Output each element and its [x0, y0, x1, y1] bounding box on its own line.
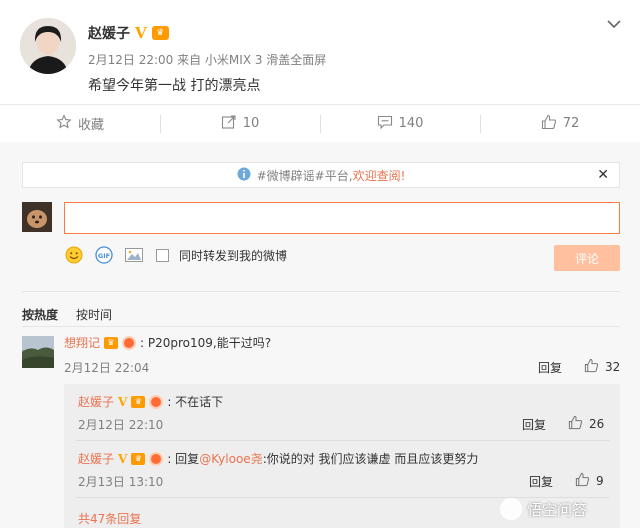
share-icon: [221, 114, 237, 134]
reply-line: 赵媛子 V ♛ : 不在话下: [78, 393, 223, 410]
reply-prefix: : 回复: [167, 452, 200, 466]
thumbs-up-icon: [568, 415, 583, 433]
verified-v-icon[interactable]: V: [135, 24, 147, 42]
tab-sort-hot[interactable]: 按热度: [22, 306, 58, 323]
thumbs-up-icon: [584, 358, 599, 376]
medal-icon[interactable]: [149, 394, 164, 409]
author-avatar[interactable]: [20, 18, 76, 74]
comment-button[interactable]: 140: [320, 105, 480, 142]
my-avatar[interactable]: [22, 202, 52, 232]
comment-time: 2月12日 22:04: [64, 361, 150, 375]
author-name[interactable]: 赵媛子: [88, 23, 130, 43]
post-text: 希望今年第一战 打的漂亮点: [88, 78, 261, 94]
reply-username[interactable]: 赵媛子: [78, 393, 114, 410]
vip-crown-icon[interactable]: ♛: [131, 452, 146, 465]
comment-line: 想翔记 ♛ : P20pro109,能干过吗?: [64, 334, 271, 351]
close-icon[interactable]: ✕: [597, 167, 609, 183]
verified-v-icon[interactable]: V: [118, 395, 127, 409]
reply-like-button[interactable]: 26: [568, 415, 604, 433]
image-icon[interactable]: [124, 245, 144, 265]
favorite-label: 收藏: [77, 118, 104, 133]
tab-sort-time[interactable]: 按时间: [76, 306, 112, 323]
divider: [76, 440, 610, 441]
favorite-button[interactable]: 收藏: [0, 105, 160, 142]
repost-button[interactable]: 10: [160, 105, 320, 142]
forward-label: 同时转发到我的微博: [179, 248, 288, 263]
more-replies-link[interactable]: 共47条回复: [78, 510, 141, 527]
svg-text:GIF: GIF: [98, 252, 110, 260]
reply-text: : 不在话下: [167, 395, 224, 409]
thumbs-up-icon: [575, 472, 590, 490]
vip-crown-icon[interactable]: ♛: [151, 26, 169, 40]
reply-button[interactable]: 回复: [538, 359, 562, 376]
like-button[interactable]: 72: [480, 105, 640, 142]
comment-like-button[interactable]: 32: [584, 358, 620, 376]
comment-text: : P20pro109,能干过吗?: [140, 336, 272, 350]
submit-comment-button[interactable]: 评论: [554, 245, 620, 271]
sort-tabs: 按热度 按时间: [22, 306, 112, 323]
vip-crown-icon[interactable]: ♛: [131, 395, 146, 408]
author-line: 赵媛子 V ♛: [88, 23, 169, 43]
watermark: 悟空问答: [500, 498, 587, 520]
divider: [22, 291, 620, 292]
wukong-logo-icon: [500, 498, 522, 520]
thumbs-up-icon: [541, 114, 557, 134]
weibo-post-card: 赵媛子 V ♛ 2月12日 22:00 来自 小米MIX 3 滑盖全面屏 希望今…: [0, 0, 640, 528]
like-count: 72: [562, 116, 580, 131]
comment-count: 140: [398, 116, 424, 131]
mention-link[interactable]: @Kylooe尧: [199, 450, 263, 467]
commenter-avatar[interactable]: [22, 336, 54, 368]
notice-link[interactable]: 欢迎查阅!: [353, 167, 406, 184]
comment-username[interactable]: 想翔记: [64, 334, 100, 351]
like-count: 32: [605, 360, 621, 374]
verified-v-icon[interactable]: V: [118, 452, 127, 466]
gif-icon[interactable]: GIF: [94, 245, 114, 265]
reply-button[interactable]: 回复: [522, 416, 546, 433]
reply-line: 赵媛子 V ♛ : 回复 @Kylooe尧:你说的对 我们应该谦虚 而且应该更努力: [78, 450, 478, 467]
reply-text: :你说的对 我们应该谦虚 而且应该更努力: [262, 452, 479, 466]
reply-username[interactable]: 赵媛子: [78, 450, 114, 467]
like-count: 9: [596, 474, 604, 488]
emoji-icon[interactable]: [64, 245, 84, 265]
post-action-bar: 收藏 10 140 72: [0, 104, 640, 142]
post-meta: 2月12日 22:00 来自 小米MIX 3 滑盖全面屏: [88, 53, 327, 67]
reply-time: 2月13日 13:10: [78, 475, 164, 489]
repost-count: 10: [242, 116, 260, 131]
composer-tools: GIF 同时转发到我的微博: [64, 244, 287, 266]
watermark-text: 悟空问答: [527, 500, 588, 519]
rumor-notice-banner: #微博辟谣#平台, 欢迎查阅! ✕: [22, 162, 620, 188]
forward-checkbox[interactable]: [156, 248, 169, 262]
comment-icon: [377, 114, 393, 134]
divider: [22, 326, 620, 327]
like-count: 26: [589, 417, 605, 431]
comment-input[interactable]: [64, 202, 620, 234]
reply-time: 2月12日 22:10: [78, 418, 164, 432]
chevron-down-icon[interactable]: [606, 18, 622, 30]
star-icon: [56, 113, 72, 134]
medal-icon[interactable]: [122, 335, 137, 350]
vip-crown-icon[interactable]: ♛: [104, 336, 119, 349]
reply-button[interactable]: 回复: [529, 473, 553, 490]
reply-like-button[interactable]: 9: [575, 472, 604, 490]
medal-icon[interactable]: [149, 451, 164, 466]
info-icon: [237, 167, 251, 184]
notice-text: #微博辟谣#平台,: [256, 168, 353, 183]
